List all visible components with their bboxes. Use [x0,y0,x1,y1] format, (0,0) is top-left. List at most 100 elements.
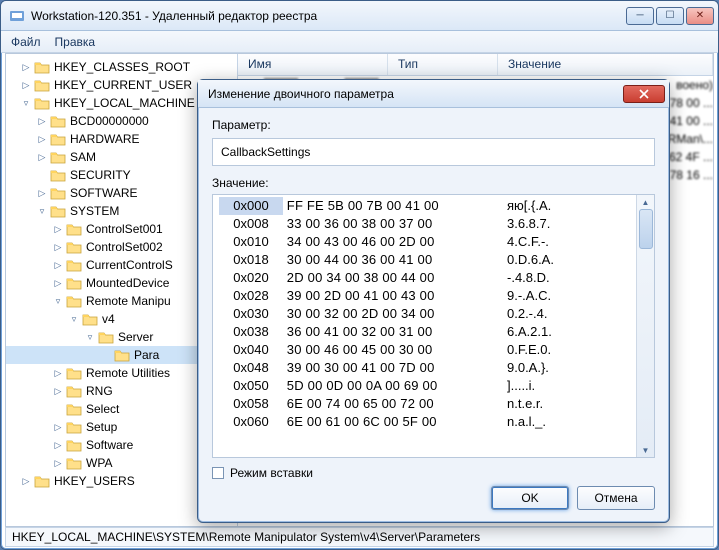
hex-row[interactable]: 0x018 30 00 44 00 36 00 41 00 0.D.6.A. [219,251,636,269]
hex-row[interactable]: 0x000 FF FE 5B 00 7B 00 41 00 яю[.{.A. [219,197,636,215]
hex-ascii[interactable]: n.t.e.r. [507,395,636,413]
hex-bytes[interactable]: 34 00 43 00 46 00 2D 00 [283,233,507,251]
values-header: Имя Тип Значение [238,54,713,76]
folder-icon [66,222,82,236]
hex-row[interactable]: 0x008 33 00 36 00 38 00 37 00 3.6.8.7. [219,215,636,233]
hex-row[interactable]: 0x038 36 00 41 00 32 00 31 00 6.A.2.1. [219,323,636,341]
hex-bytes[interactable]: 39 00 2D 00 41 00 43 00 [283,287,507,305]
scroll-down-icon[interactable]: ▼ [637,443,654,457]
hex-bytes[interactable]: FF FE 5B 00 7B 00 41 00 [283,197,507,215]
hex-row[interactable]: 0x048 39 00 30 00 41 00 7D 00 9.0.A.}. [219,359,636,377]
tree-node-label: SECURITY [70,168,131,182]
menu-edit[interactable]: Правка [55,35,96,49]
hex-offset: 0x018 [219,251,283,269]
hex-ascii[interactable]: 0.F.E.0. [507,341,636,359]
tree-twisty-icon[interactable]: ▷ [52,242,64,253]
insert-mode-checkbox[interactable] [212,467,224,479]
hex-row[interactable]: 0x030 30 00 32 00 2D 00 34 00 0.2.-.4. [219,305,636,323]
param-label: Параметр: [212,118,655,132]
hex-row[interactable]: 0x020 2D 00 34 00 38 00 44 00 -.4.8.D. [219,269,636,287]
close-button[interactable]: ✕ [686,7,714,25]
cancel-button[interactable]: Отмена [577,486,655,510]
main-window: Workstation-120.351 - Удаленный редактор… [0,0,719,550]
tree-node-label: HKEY_USERS [54,474,135,488]
tree-twisty-icon[interactable]: ▷ [36,116,48,127]
hex-ascii[interactable]: 0.D.6.A. [507,251,636,269]
tree-twisty-icon[interactable]: ▷ [36,152,48,163]
hex-ascii[interactable]: 3.6.8.7. [507,215,636,233]
hex-bytes[interactable]: 33 00 36 00 38 00 37 00 [283,215,507,233]
folder-icon [66,276,82,290]
hex-offset: 0x030 [219,305,283,323]
maximize-button[interactable]: ☐ [656,7,684,25]
tree-twisty-icon[interactable]: ▷ [20,80,32,91]
hex-row[interactable]: 0x010 34 00 43 00 46 00 2D 00 4.C.F.-. [219,233,636,251]
hex-ascii[interactable]: -.4.8.D. [507,269,636,287]
param-name-field[interactable]: CallbackSettings [212,138,655,166]
tree-twisty-icon[interactable]: ▷ [52,422,64,433]
hex-bytes[interactable]: 5D 00 0D 00 0A 00 69 00 [283,377,507,395]
scroll-thumb[interactable] [639,209,653,249]
tree-twisty-icon[interactable]: ▿ [68,314,80,325]
tree-twisty-icon[interactable]: ▷ [52,440,64,451]
hex-offset: 0x000 [219,197,283,215]
ok-button[interactable]: OK [491,486,569,510]
hex-row[interactable]: 0x028 39 00 2D 00 41 00 43 00 9.-.A.C. [219,287,636,305]
tree-node-label: Remote Manipu [86,294,171,308]
hex-ascii[interactable]: 6.A.2.1. [507,323,636,341]
folder-icon [98,330,114,344]
tree-node-label: ControlSet001 [86,222,163,236]
hex-bytes[interactable]: 30 00 44 00 36 00 41 00 [283,251,507,269]
hex-bytes[interactable]: 30 00 46 00 45 00 30 00 [283,341,507,359]
hex-ascii[interactable]: 9.0.A.}. [507,359,636,377]
hex-bytes[interactable]: 36 00 41 00 32 00 31 00 [283,323,507,341]
tree-twisty-icon[interactable]: ▷ [52,260,64,271]
window-title: Workstation-120.351 - Удаленный редактор… [31,9,626,23]
hex-ascii[interactable]: 4.C.F.-. [507,233,636,251]
tree-twisty-icon[interactable]: ▷ [52,224,64,235]
hex-scrollbar[interactable]: ▲ ▼ [636,195,654,457]
tree-twisty-icon[interactable]: ▷ [20,476,32,487]
hex-row[interactable]: 0x058 6E 00 74 00 65 00 72 00 n.t.e.r. [219,395,636,413]
tree-twisty-icon[interactable]: ▷ [52,368,64,379]
hex-ascii[interactable]: яю[.{.A. [507,197,636,215]
minimize-button[interactable]: ─ [626,7,654,25]
hex-row[interactable]: 0x050 5D 00 0D 00 0A 00 69 00 ].....i. [219,377,636,395]
hex-bytes[interactable]: 6E 00 74 00 65 00 72 00 [283,395,507,413]
dialog-close-button[interactable] [623,85,665,103]
scroll-up-icon[interactable]: ▲ [637,195,654,209]
tree-twisty-icon[interactable]: ▷ [20,62,32,73]
tree-node[interactable]: ▷HKEY_CLASSES_ROOT [6,58,237,76]
tree-twisty-icon[interactable]: ▷ [52,458,64,469]
tree-node-label: ControlSet002 [86,240,163,254]
hex-ascii[interactable]: n.a.l._. [507,413,636,431]
folder-icon [66,384,82,398]
hex-row[interactable]: 0x060 6E 00 61 00 6C 00 5F 00 n.a.l._. [219,413,636,431]
hex-bytes[interactable]: 30 00 32 00 2D 00 34 00 [283,305,507,323]
tree-twisty-icon[interactable]: ▿ [20,98,32,109]
tree-twisty-icon[interactable]: ▿ [84,332,96,343]
hex-row[interactable]: 0x040 30 00 46 00 45 00 30 00 0.F.E.0. [219,341,636,359]
tree-twisty-icon[interactable]: ▷ [36,134,48,145]
tree-node-label: HARDWARE [70,132,140,146]
tree-twisty-icon[interactable]: ▷ [36,188,48,199]
tree-twisty-icon[interactable]: ▿ [52,296,64,307]
hex-offset: 0x028 [219,287,283,305]
hex-editor[interactable]: 0x000 FF FE 5B 00 7B 00 41 00 яю[.{.A.0x… [212,194,655,458]
menu-file[interactable]: Файл [11,35,41,49]
col-name[interactable]: Имя [238,54,388,75]
dialog-titlebar[interactable]: Изменение двоичного параметра [198,80,669,108]
tree-twisty-icon[interactable]: ▷ [52,386,64,397]
tree-twisty-icon[interactable]: ▷ [52,278,64,289]
hex-bytes[interactable]: 39 00 30 00 41 00 7D 00 [283,359,507,377]
hex-ascii[interactable]: 9.-.A.C. [507,287,636,305]
hex-ascii[interactable]: 0.2.-.4. [507,305,636,323]
tree-twisty-icon[interactable]: ▿ [36,206,48,217]
hex-ascii[interactable]: ].....i. [507,377,636,395]
titlebar[interactable]: Workstation-120.351 - Удаленный редактор… [1,1,718,31]
col-value[interactable]: Значение [498,54,713,75]
value-label: Значение: [212,176,655,190]
col-type[interactable]: Тип [388,54,498,75]
hex-bytes[interactable]: 2D 00 34 00 38 00 44 00 [283,269,507,287]
hex-bytes[interactable]: 6E 00 61 00 6C 00 5F 00 [283,413,507,431]
